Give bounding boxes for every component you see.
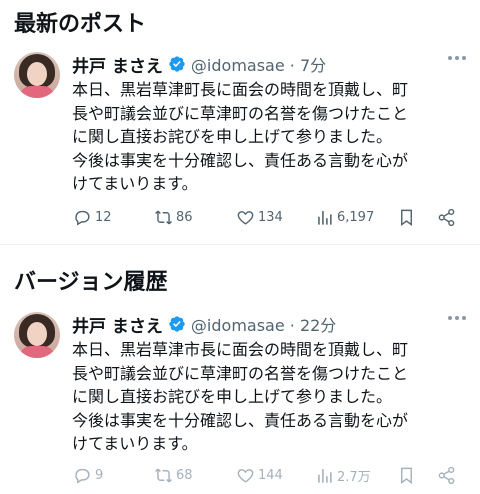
post-text: 本日、黒岩草津町長に面会の時間を頂戴し、町 長や町議会並びに草津町の名誉を傷つけ… [72, 78, 470, 196]
bookmark-button[interactable] [397, 208, 419, 227]
like-icon [237, 211, 254, 225]
like-button[interactable]: 134 [236, 208, 283, 227]
author-handle[interactable]: @idomasae · 7分 [191, 52, 326, 76]
reply-button[interactable]: 9 [73, 466, 103, 485]
views-count: 6,197 [337, 210, 375, 225]
post-text: 本日、黒岩草津市長に面会の時間を頂戴し、町 長や町議会並びに草津町の名誉を傷つけ… [72, 338, 470, 456]
repost-button[interactable]: 86 [154, 208, 193, 227]
post-line: 本日、黒岩草津市長に面会の時間を頂戴し、町 [72, 340, 409, 359]
reply-button[interactable]: 12 [73, 208, 112, 227]
post-line: 今後は事実を十分確認し、責任ある言動を心が [72, 410, 409, 430]
views-icon [318, 211, 332, 225]
views-button[interactable]: 6,197 [315, 208, 374, 227]
author-name[interactable]: 井戸 まさえ [72, 52, 163, 77]
repost-button[interactable]: 68 [154, 466, 193, 485]
reply-icon [75, 468, 90, 484]
reply-count: 9 [95, 468, 104, 483]
share-icon [438, 466, 455, 485]
author-name[interactable]: 井戸 まさえ [72, 312, 163, 337]
repost-count: 68 [176, 468, 193, 483]
like-button[interactable]: 144 [236, 466, 283, 485]
like-icon [237, 469, 254, 483]
bookmark-icon [401, 209, 412, 227]
bookmark-button[interactable] [397, 466, 419, 485]
version-history-title: バージョン履歴 [14, 270, 168, 295]
more-icon[interactable] [448, 56, 466, 60]
more-icon[interactable] [448, 316, 466, 320]
repost-icon [155, 468, 172, 483]
post-line: 長や町議会並びに草津町の名誉を傷つけたこと [72, 363, 409, 383]
avatar[interactable] [14, 312, 60, 358]
post-line: 今後は事実を十分確認し、責任ある言動を心が [72, 150, 409, 170]
post-line: けてまいります。 [72, 174, 198, 193]
reply-count: 12 [95, 210, 112, 225]
post-line: 長や町議会並びに草津町の名誉を傷つけたこと [72, 103, 409, 123]
verified-badge-icon [169, 56, 185, 72]
post-line: 本日、黒岩草津町長に面会の時間を頂戴し、町 [72, 80, 409, 99]
section-divider [0, 244, 480, 245]
share-button[interactable] [437, 466, 459, 485]
share-icon [438, 208, 455, 227]
post-line: に関し直接お詫びを申し上げて参りました。 [72, 387, 393, 406]
repost-count: 86 [176, 210, 193, 225]
post-line: けてまいります。 [72, 434, 198, 453]
like-count: 144 [258, 468, 283, 483]
latest-post-title: 最新のポスト [14, 12, 147, 37]
reply-icon [75, 210, 90, 226]
views-button[interactable]: 2.7万 [315, 466, 371, 485]
views-icon [318, 469, 332, 483]
verified-badge-icon [169, 316, 185, 332]
post-line: に関し直接お詫びを申し上げて参りました。 [72, 127, 393, 146]
author-handle[interactable]: @idomasae · 22分 [191, 312, 336, 336]
bookmark-icon [401, 467, 412, 485]
repost-icon [155, 210, 172, 225]
action-bar: 9 68 144 2.7万 [0, 466, 480, 490]
like-count: 134 [258, 210, 283, 225]
action-bar: 12 86 134 6,197 [0, 208, 480, 232]
share-button[interactable] [437, 208, 459, 227]
views-count: 2.7万 [337, 470, 371, 485]
avatar[interactable] [14, 52, 60, 98]
